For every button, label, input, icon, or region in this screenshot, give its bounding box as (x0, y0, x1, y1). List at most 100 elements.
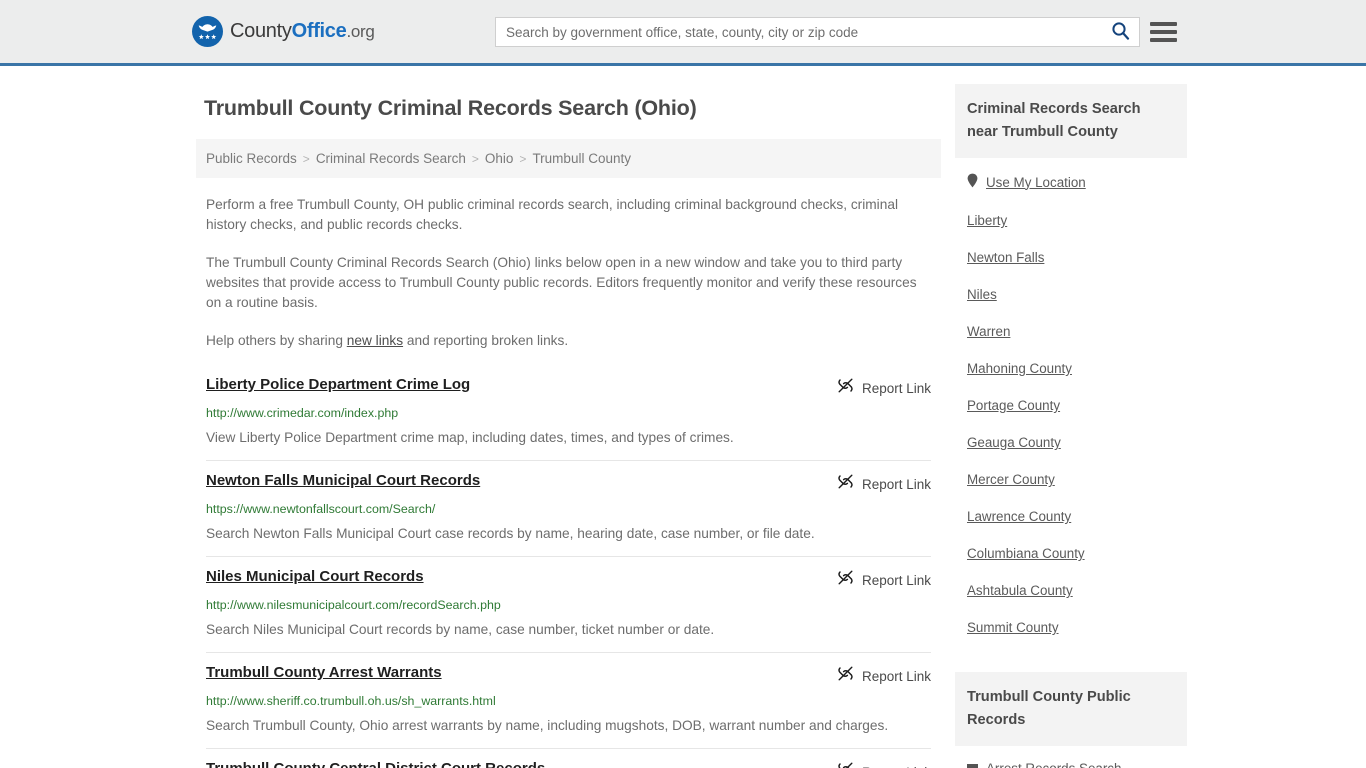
result-url[interactable]: http://www.crimedar.com/index.php (206, 406, 931, 421)
result-item: Trumbull County Central District Court R… (206, 748, 931, 768)
report-link-label: Report Link (862, 765, 931, 768)
result-title-link[interactable]: Trumbull County Central District Court R… (206, 760, 545, 768)
sidebar-link-label: Lawrence County (967, 509, 1072, 524)
result-item: Trumbull County Arrest Warrants Report Li… (206, 652, 931, 748)
broken-link-icon (837, 761, 854, 768)
result-description: Search Trumbull County, Ohio arrest warr… (206, 718, 889, 733)
result-header: Liberty Police Department Crime Log Repor… (206, 376, 931, 399)
result-title-link[interactable]: Niles Municipal Court Records (206, 568, 424, 586)
report-link-button[interactable]: Report Link (837, 665, 931, 687)
result-description: Search Niles Municipal Court records by … (206, 622, 715, 637)
sidebar-link-label: Liberty (967, 213, 1008, 228)
sidebar-nearby-link-liberty[interactable]: Liberty (967, 202, 1175, 239)
result-item: Liberty Police Department Crime Log Repor… (206, 367, 931, 460)
sidebar-nearby-link-portage-county[interactable]: Portage County (967, 387, 1175, 424)
breadcrumb-separator: > (471, 151, 479, 166)
logo-wordmark: CountyOffice.org (230, 20, 375, 43)
search-button[interactable] (1101, 18, 1139, 46)
logo-text-org: .org (346, 22, 375, 41)
hamburger-bar (1150, 38, 1177, 42)
results-list: Liberty Police Department Crime Log Repor… (196, 367, 941, 768)
result-title-link[interactable]: Trumbull County Arrest Warrants (206, 664, 442, 682)
sidebar-link-label: Arrest Records Search (986, 761, 1121, 768)
sidebar-link-label: Geauga County (967, 435, 1061, 450)
breadcrumb-separator: > (302, 151, 310, 166)
hamburger-bar (1150, 30, 1177, 34)
sidebar-nearby-link-mahoning-county[interactable]: Mahoning County (967, 350, 1175, 387)
page-title: Trumbull County Criminal Records Search … (204, 96, 697, 120)
sidebar-nearby-link-niles[interactable]: Niles (967, 276, 1175, 313)
intro-section: Perform a free Trumbull County, OH publi… (196, 195, 941, 351)
hamburger-bar (1150, 22, 1177, 26)
logo-text-county: County (230, 20, 292, 42)
site-logo[interactable]: CountyOffice.org (192, 16, 375, 47)
new-links-link[interactable]: new links (347, 333, 403, 348)
sidebar-nearby-link-ashtabula-county[interactable]: Ashtabula County (967, 572, 1175, 609)
sidebar: Criminal Records Search near Trumbull Co… (955, 84, 1187, 768)
result-url[interactable]: https://www.newtonfallscourt.com/Search/ (206, 502, 931, 517)
intro-p3-after: and reporting broken links. (403, 333, 569, 348)
sidebar-nearby-link-lawrence-county[interactable]: Lawrence County (967, 498, 1175, 535)
sidebar-nearby-box: Criminal Records Search near Trumbull Co… (955, 84, 1187, 646)
result-description: View Liberty Police Department crime map… (206, 430, 734, 445)
result-header: Newton Falls Municipal Court Records Repo… (206, 472, 931, 495)
report-link-label: Report Link (861, 572, 931, 588)
breadcrumb-item[interactable]: Ohio (485, 151, 514, 166)
report-link-button[interactable]: Report Link (837, 569, 931, 591)
sidebar-link-label: Columbiana County (967, 546, 1085, 561)
result-title-link[interactable]: Liberty Police Department Crime Log (206, 376, 470, 394)
result-item: Niles Municipal Court Records Report Link… (206, 556, 931, 652)
sidebar-nearby-link-summit-county[interactable]: Summit County (967, 609, 1175, 646)
sidebar-nearby-heading: Criminal Records Search near Trumbull Co… (955, 84, 1187, 158)
sidebar-link-label: Summit County (967, 620, 1059, 635)
sidebar-link-label: Mercer County (967, 472, 1055, 487)
result-url[interactable]: http://www.nilesmunicipalcourt.com/recor… (206, 598, 931, 613)
result-header: Niles Municipal Court Records Report Link (206, 568, 931, 591)
hamburger-menu-icon[interactable] (1150, 20, 1177, 44)
sidebar-public-records-heading: Trumbull County Public Records (955, 672, 1187, 746)
result-description: Search Newton Falls Municipal Court case… (206, 526, 815, 541)
sidebar-public-records-link-arrest-records-search[interactable]: Arrest Records Search (967, 750, 1175, 768)
logo-text-office: Office (291, 20, 347, 42)
sidebar-public-records-box: Trumbull County Public Records Arrest Re… (955, 672, 1187, 768)
intro-p3-before: Help others by sharing (206, 333, 347, 348)
result-title-link[interactable]: Newton Falls Municipal Court Records (206, 472, 480, 490)
result-header: Trumbull County Arrest Warrants Report Li… (206, 664, 931, 687)
search-icon (1111, 21, 1130, 43)
intro-paragraph-1: Perform a free Trumbull County, OH publi… (206, 197, 898, 232)
map-pin-icon (967, 173, 978, 192)
breadcrumb: Public Records > Criminal Records Search > O… (196, 139, 941, 178)
sidebar-nearby-link-columbiana-county[interactable]: Columbiana County (967, 535, 1175, 572)
report-link-label: Report Link (861, 476, 931, 492)
report-link-button[interactable]: Report Link (837, 473, 931, 495)
search-input[interactable] (496, 18, 1101, 46)
intro-paragraph-2: The Trumbull County Criminal Records Sea… (206, 255, 917, 310)
sidebar-nearby-link-mercer-county[interactable]: Mercer County (967, 461, 1175, 498)
sidebar-link-label: Newton Falls (967, 250, 1045, 265)
result-url[interactable]: http://www.sheriff.co.trumbull.oh.us/sh_… (206, 694, 931, 709)
report-link-button[interactable]: Report Link (837, 761, 931, 768)
sidebar-nearby-link-warren[interactable]: Warren (967, 313, 1175, 350)
result-item: Newton Falls Municipal Court Records Repo… (206, 460, 931, 556)
sidebar-nearby-link-geauga-county[interactable]: Geauga County (967, 424, 1175, 461)
sidebar-public-records-links: Arrest Records Search (955, 746, 1187, 768)
square-bullet-icon (967, 763, 978, 768)
sidebar-link-label: Mahoning County (967, 361, 1072, 376)
site-header: CountyOffice.org (0, 0, 1366, 66)
eagle-shield-icon (192, 16, 223, 47)
sidebar-nearby-link-newton-falls[interactable]: Newton Falls (967, 239, 1175, 276)
sidebar-link-label: Warren (967, 324, 1011, 339)
breadcrumb-item[interactable]: Public Records (206, 151, 297, 166)
sidebar-nearby-link-use-my-location[interactable]: Use My Location (967, 162, 1175, 202)
sidebar-nearby-links: Use My Location Liberty Newton Falls Niles W… (955, 158, 1187, 646)
sidebar-link-label: Niles (967, 287, 997, 302)
search-bar[interactable] (495, 17, 1140, 47)
breadcrumb-separator: > (519, 151, 527, 166)
breadcrumb-item[interactable]: Trumbull County (532, 151, 631, 166)
sidebar-link-label: Ashtabula County (967, 583, 1073, 598)
report-link-button[interactable]: Report Link (837, 377, 931, 399)
breadcrumb-item[interactable]: Criminal Records Search (316, 151, 466, 166)
intro-paragraph-3: Help others by sharing new links and rep… (206, 331, 931, 351)
result-header: Trumbull County Central District Court R… (206, 760, 931, 768)
sidebar-link-label: Use My Location (986, 174, 1086, 190)
